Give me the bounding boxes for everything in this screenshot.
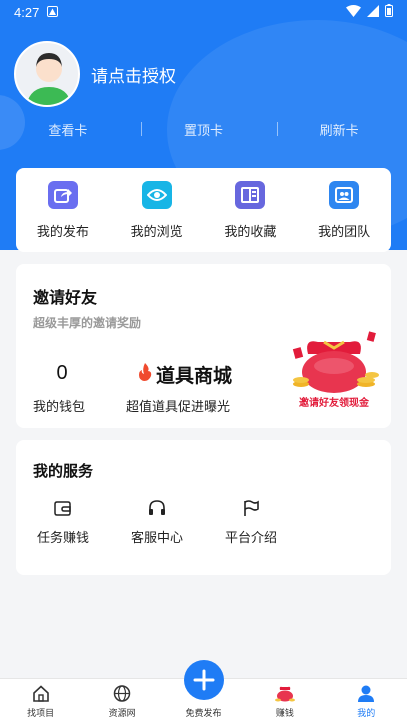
avatar[interactable] (14, 41, 80, 107)
tab-mine-label: 我的 (357, 708, 376, 718)
my-browse-label: 我的浏览 (130, 223, 183, 239)
money-bag-icon (274, 685, 295, 704)
my-browse-button[interactable]: 我的浏览 (110, 180, 204, 240)
tab-earn-label: 赚钱 (275, 708, 294, 718)
book-icon (235, 180, 266, 209)
wifi-icon (346, 4, 361, 20)
share-icon (47, 180, 78, 209)
invite-panel: 邀请好友 超级丰厚的邀请奖励 0 我的钱包 道具商城 超值道具促进曝光 邀请好友… (16, 264, 391, 428)
status-bar: 4:27 (0, 0, 407, 24)
plus-icon[interactable] (184, 660, 224, 700)
tab-earn[interactable]: 赚钱 (245, 685, 325, 719)
customer-service-label: 客服中心 (130, 530, 183, 545)
banner-text: 邀请好友领现金 (299, 396, 370, 409)
home-icon (32, 685, 50, 704)
services-title: 我的服务 (33, 463, 94, 480)
battery-icon (385, 4, 393, 20)
my-team-button[interactable]: 我的团队 (297, 180, 391, 240)
tab-find-project[interactable]: 找项目 (1, 685, 81, 719)
flag-icon (242, 500, 260, 519)
fire-icon (136, 362, 154, 388)
login-prompt[interactable]: 请点击授权 (91, 62, 176, 87)
user-icon (357, 685, 375, 704)
shop-title[interactable]: 道具商城 (136, 361, 232, 388)
task-earn-button[interactable]: 任务赚钱 (16, 500, 110, 546)
my-posts-button[interactable]: 我的发布 (16, 180, 110, 240)
status-time: 4:27 (14, 4, 40, 20)
task-earn-label: 任务赚钱 (36, 530, 89, 545)
my-favorites-button[interactable]: 我的收藏 (204, 180, 298, 240)
notification-icon (47, 5, 59, 20)
tab-resources-label: 资源网 (108, 708, 136, 718)
invite-subtitle: 超级丰厚的邀请奖励 (33, 316, 142, 330)
tab-mine[interactable]: 我的 (326, 685, 406, 719)
my-posts-label: 我的发布 (36, 223, 89, 239)
tab-pin-card[interactable]: 置顶卡 (140, 120, 266, 139)
shop-title-text: 道具商城 (156, 366, 233, 387)
tab-resources[interactable]: 资源网 (82, 685, 162, 719)
tab-find-project-label: 找项目 (27, 708, 55, 718)
my-team-label: 我的团队 (318, 223, 371, 239)
card-tabs: 查看卡 置顶卡 刷新卡 (0, 120, 407, 139)
tab-free-publish-label: 免费发布 (185, 708, 222, 718)
team-icon (329, 180, 360, 209)
tab-refresh-card[interactable]: 刷新卡 (276, 120, 402, 139)
my-favorites-label: 我的收藏 (224, 223, 277, 239)
services-panel: 我的服务 任务赚钱 客服中心 平台介绍 (16, 440, 391, 575)
wallet-icon (54, 500, 72, 519)
headset-icon (148, 500, 166, 519)
services-row: 任务赚钱 客服中心 平台介绍 (16, 500, 298, 546)
shop-subtitle: 超值道具促进曝光 (126, 399, 231, 414)
tab-view-card[interactable]: 查看卡 (5, 120, 130, 139)
quick-actions-panel: 我的发布 我的浏览 我的收藏 我的团队 (16, 168, 391, 252)
platform-intro-button[interactable]: 平台介绍 (204, 500, 298, 546)
globe-icon (113, 685, 131, 704)
customer-service-button[interactable]: 客服中心 (110, 500, 204, 546)
platform-intro-label: 平台介绍 (224, 530, 277, 545)
signal-icon (367, 4, 379, 20)
wallet-balance[interactable]: 0 (33, 362, 91, 385)
invite-reward-banner[interactable]: 邀请好友领现金 (284, 328, 384, 412)
wallet-label[interactable]: 我的钱包 (33, 396, 109, 415)
invite-title: 邀请好友 (33, 290, 98, 307)
eye-icon (141, 180, 172, 209)
